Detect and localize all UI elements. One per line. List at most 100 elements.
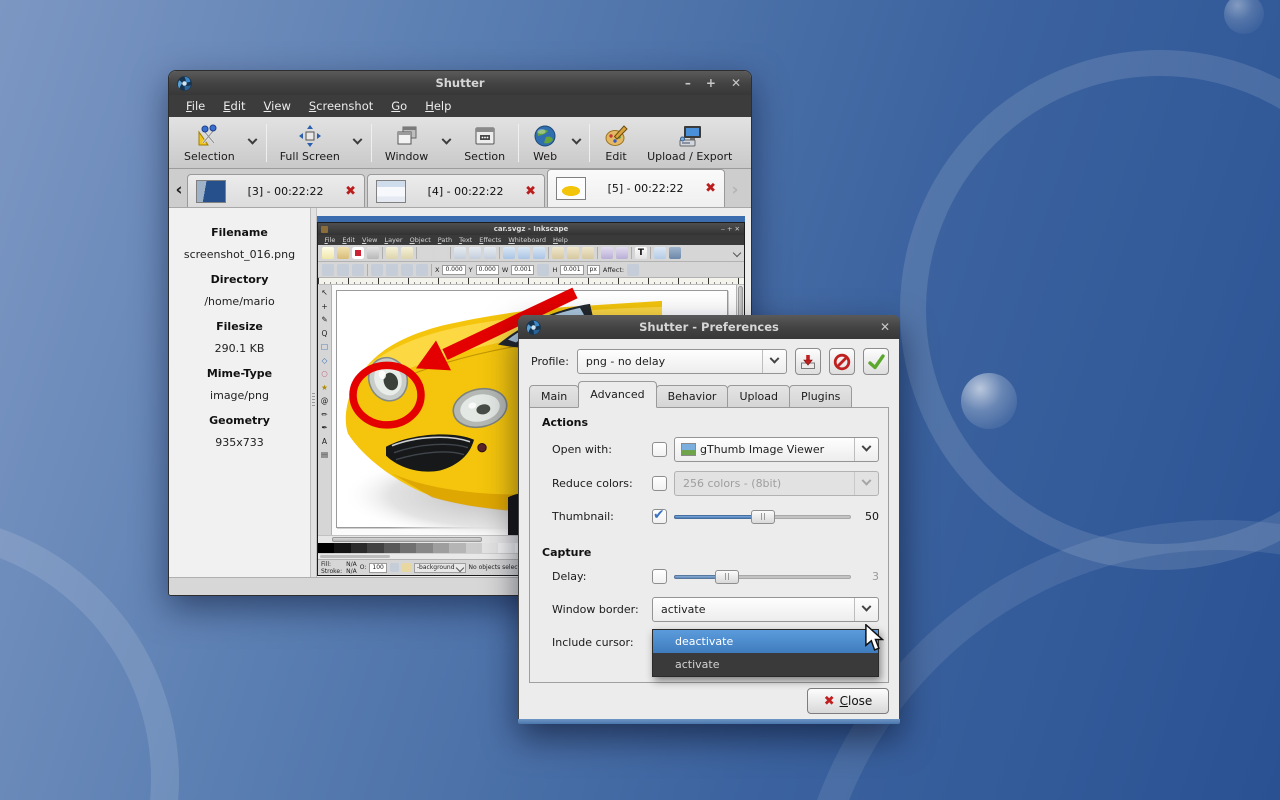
- chevron-down-icon: [441, 135, 451, 145]
- tab-close-icon[interactable]: ✖: [705, 181, 716, 196]
- chevron-down-icon: [571, 135, 581, 145]
- unit-select: px: [587, 265, 600, 275]
- inkscape-screenshot-menubar: File Edit View Layer Object Path Text Ef…: [318, 235, 744, 245]
- filesize-label: Filesize: [169, 320, 310, 333]
- menu-screenshot[interactable]: Screenshot: [300, 95, 382, 117]
- delay-label: Delay:: [542, 570, 652, 583]
- menu-edit[interactable]: Edit: [214, 95, 254, 117]
- tab-upload[interactable]: Upload: [727, 385, 790, 408]
- dialog-footer: ✖ Close: [519, 683, 899, 719]
- open-with-combobox[interactable]: gThumb Image Viewer: [674, 437, 879, 462]
- inkscape-screenshot-titlebar: car.svgz - Inkscape ‒ + ✕: [318, 223, 744, 235]
- width-field: 0.001: [511, 265, 534, 275]
- shutter-logo-icon: [525, 319, 542, 336]
- upload-export-icon: [676, 124, 704, 148]
- web-dropdown-arrow[interactable]: [567, 119, 585, 167]
- inkscape-command-toolbar: T: [318, 245, 744, 262]
- toolbar-icon: [484, 247, 496, 259]
- profile-combobox[interactable]: png - no delay: [577, 349, 787, 374]
- tab-main[interactable]: Main: [529, 385, 579, 408]
- thumbnail-slider-thumb[interactable]: [751, 510, 775, 524]
- tabs-next-arrow[interactable]: ›: [727, 173, 743, 207]
- actions-section-header: Actions: [542, 416, 879, 429]
- toolbar-icon: [401, 264, 413, 276]
- upload-export-button[interactable]: Upload / Export: [638, 119, 741, 167]
- delete-profile-button[interactable]: [829, 348, 855, 375]
- menu-file[interactable]: File: [177, 95, 214, 117]
- capture-toolbar: Selection Full Screen: [169, 117, 751, 169]
- toolbar-icon: [627, 264, 639, 276]
- window-border-combobox[interactable]: activate: [652, 597, 879, 622]
- toolbar-icon: [616, 247, 628, 259]
- advanced-tab-panel: Actions Open with: gThumb Image Viewer R…: [529, 407, 889, 683]
- delay-slider[interactable]: [674, 569, 851, 584]
- toolbar-separator: [518, 124, 519, 162]
- desktop-ring-decoration: [900, 50, 1280, 570]
- selection-button[interactable]: Selection: [175, 119, 244, 167]
- open-with-checkbox[interactable]: [652, 442, 667, 457]
- delay-checkbox[interactable]: [652, 569, 667, 584]
- toolbar-icon: [435, 247, 447, 259]
- tab-close-icon[interactable]: ✖: [525, 184, 536, 199]
- full-screen-icon: [297, 124, 323, 148]
- tab-advanced[interactable]: Advanced: [578, 381, 656, 408]
- shutter-titlebar[interactable]: Shutter – + ✕: [169, 71, 751, 95]
- apply-profile-button[interactable]: [863, 348, 889, 375]
- desktop-bubble-decoration: [1224, 0, 1264, 34]
- desktop: Shutter – + ✕ File Edit View Screenshot …: [0, 0, 1280, 800]
- desktop-bubble-decoration: [961, 373, 1017, 429]
- reduce-colors-checkbox[interactable]: [652, 476, 667, 491]
- tab-close-icon[interactable]: ✖: [345, 184, 356, 199]
- edit-button[interactable]: Edit: [594, 119, 638, 167]
- y-coordinate-field: 0.000: [476, 265, 499, 275]
- minimize-button[interactable]: –: [685, 71, 691, 95]
- menu-help[interactable]: Help: [416, 95, 460, 117]
- file-info-sidebar: Filename screenshot_016.png Directory /h…: [169, 208, 311, 577]
- section-button[interactable]: Section: [455, 119, 514, 167]
- window-dropdown-arrow[interactable]: [437, 119, 455, 167]
- dialog-close-button[interactable]: ✕: [880, 315, 890, 339]
- inkscape-toolbox: ↖+✎Q□◇○★@✏✒A▤: [318, 285, 332, 535]
- tab-plugins[interactable]: Plugins: [789, 385, 852, 408]
- maximize-button[interactable]: +: [706, 71, 716, 95]
- profile-label: Profile:: [531, 355, 569, 368]
- screenshot-tab-3[interactable]: [3] - 00:22:22 ✖: [187, 174, 365, 207]
- option-activate[interactable]: activate: [653, 653, 878, 676]
- screenshot-tab-4[interactable]: [4] - 00:22:22 ✖: [367, 174, 545, 207]
- window-title: Shutter: [169, 76, 751, 90]
- screenshot-tab-5-active[interactable]: [5] - 00:22:22 ✖: [547, 169, 725, 207]
- toolbar-icon: [518, 247, 530, 259]
- preferences-titlebar[interactable]: Shutter - Preferences ✕: [518, 315, 900, 339]
- toolbar-separator: [266, 124, 267, 162]
- preferences-dialog: Shutter - Preferences ✕ Profile: png - n…: [518, 315, 900, 724]
- delay-slider-thumb[interactable]: [715, 570, 739, 584]
- web-globe-icon: [532, 124, 558, 148]
- close-dialog-button[interactable]: ✖ Close: [807, 688, 889, 714]
- thumbnail-checkbox[interactable]: [652, 509, 667, 524]
- window-button[interactable]: Window: [376, 119, 437, 167]
- full-screen-button[interactable]: Full Screen: [271, 119, 349, 167]
- toolbar-icon: [469, 247, 481, 259]
- thumbnail-slider[interactable]: [674, 509, 851, 524]
- menu-view[interactable]: View: [255, 95, 300, 117]
- menu-go[interactable]: Go: [382, 95, 416, 117]
- tab-behavior[interactable]: Behavior: [656, 385, 729, 408]
- inkscape-app-icon: [321, 226, 328, 233]
- tabs-prev-arrow[interactable]: ‹: [171, 173, 187, 207]
- web-button[interactable]: Web: [523, 119, 567, 167]
- save-profile-button[interactable]: [795, 348, 821, 375]
- selection-dropdown-arrow[interactable]: [244, 119, 262, 167]
- apply-check-icon: [867, 353, 886, 371]
- chevron-down-icon: [854, 472, 878, 495]
- edit-palette-icon: [603, 124, 629, 148]
- tab-thumbnail: [556, 177, 586, 200]
- preferences-tabs: Main Advanced Behavior Upload Plugins: [519, 381, 899, 408]
- reduce-colors-combobox[interactable]: 256 colors - (8bit): [674, 471, 879, 496]
- toolbar-icon: [601, 247, 613, 259]
- option-deactivate[interactable]: deactivate: [653, 630, 878, 653]
- full-screen-dropdown-arrow[interactable]: [349, 119, 367, 167]
- close-button[interactable]: ✕: [731, 71, 741, 95]
- toolbar-icon: [367, 247, 379, 259]
- pane-splitter[interactable]: [311, 208, 317, 577]
- gthumb-app-icon: [681, 443, 696, 456]
